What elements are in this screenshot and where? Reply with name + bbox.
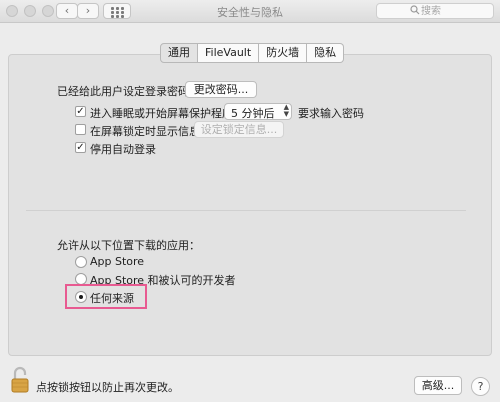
tab-firewall[interactable]: 防火墙 [259, 43, 308, 63]
section-divider [26, 210, 466, 211]
highlight-box [65, 284, 147, 309]
lock-hint-text: 点按锁按钮以防止再次更改。 [36, 381, 179, 394]
tab-filevault[interactable]: FileVault [198, 43, 260, 63]
help-button[interactable]: ? [471, 377, 490, 396]
tab-general[interactable]: 通用 [160, 43, 198, 63]
radio-app-store-label: App Store [90, 255, 145, 268]
preferences-window: ‹ › 安全性与隐私 通用 FileVault 防火墙 隐私 已经给此用户设定登… [0, 0, 500, 402]
require-password-label: 进入睡眠或开始屏幕保护程序 [90, 107, 233, 120]
general-panel [8, 54, 492, 356]
title-bar: ‹ › 安全性与隐私 [0, 0, 500, 23]
show-message-label: 在屏幕锁定时显示信息 [90, 125, 200, 138]
search-input[interactable] [421, 5, 487, 17]
question-mark-icon: ? [477, 380, 484, 393]
tab-privacy[interactable]: 隐私 [307, 43, 345, 63]
updown-arrows-icon: ▲ ▼ [283, 103, 289, 118]
download-source-heading: 允许从以下位置下载的应用： [57, 239, 200, 252]
password-set-label: 已经给此用户设定登录密码 [57, 85, 189, 98]
lock-open-icon[interactable] [10, 366, 30, 394]
disable-auto-login-checkbox[interactable]: ✓ [75, 142, 86, 153]
require-password-suffix: 要求输入密码 [298, 107, 364, 120]
advanced-button[interactable]: 高级... [414, 376, 462, 395]
search-field[interactable] [376, 3, 494, 19]
disable-auto-login-label: 停用自动登录 [90, 143, 156, 156]
magnifier-icon [410, 5, 420, 18]
show-message-checkbox[interactable] [75, 124, 86, 135]
require-password-checkbox[interactable]: ✓ [75, 106, 86, 117]
password-delay-select[interactable]: 5 分钟后 ▲ ▼ [224, 103, 292, 120]
change-password-button[interactable]: 更改密码... [185, 81, 257, 98]
password-delay-value: 5 分钟后 [231, 107, 275, 120]
set-lock-message-button[interactable]: 设定锁定信息... [194, 121, 284, 138]
radio-app-store[interactable] [75, 256, 87, 268]
checkmark-icon: ✓ [76, 106, 85, 117]
tab-bar: 通用 FileVault 防火墙 隐私 [160, 43, 345, 63]
checkmark-icon: ✓ [76, 142, 85, 153]
